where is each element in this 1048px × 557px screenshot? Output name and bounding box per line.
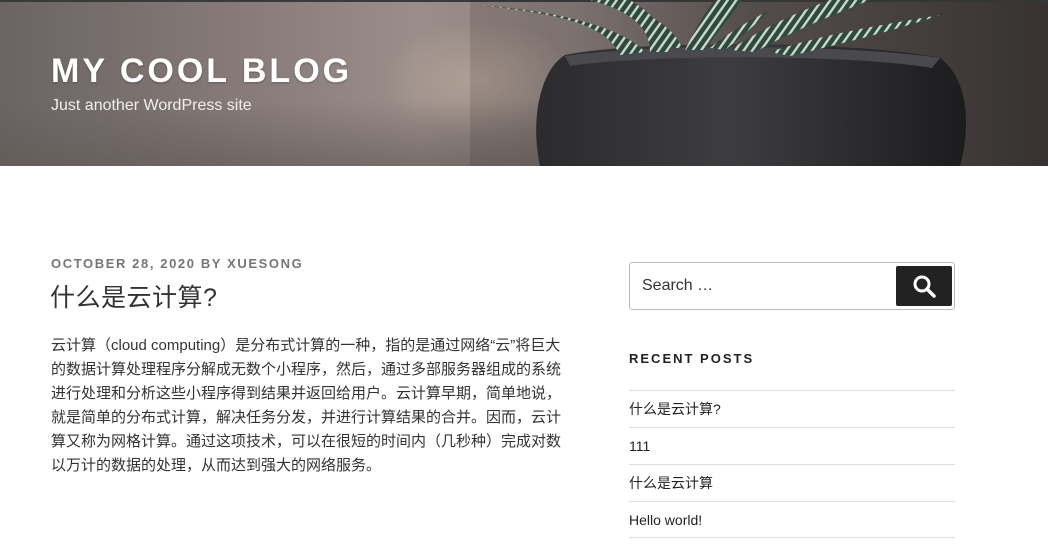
list-item: Hello world!: [629, 501, 955, 538]
post-meta: OCTOBER 28, 2020 BY XUESONG: [51, 256, 303, 271]
recent-posts-list: 什么是云计算? 111 什么是云计算 Hello world!: [629, 390, 955, 538]
site-description: Just another WordPress site: [51, 97, 252, 114]
plant-pot-image: [470, 0, 1048, 166]
recent-post-link[interactable]: 什么是云计算: [629, 473, 713, 493]
recent-post-link[interactable]: 什么是云计算?: [629, 399, 721, 419]
post-body: 云计算（cloud computing）是分布式计算的一种，指的是通过网络“云”…: [51, 337, 562, 474]
recent-post-link[interactable]: 111: [629, 438, 650, 454]
header-banner: MY COOL BLOG Just another WordPress site: [0, 0, 1048, 166]
search-icon: [913, 275, 936, 298]
post-by-label: BY: [200, 256, 222, 271]
recent-post-link[interactable]: Hello world!: [629, 512, 702, 528]
search-button[interactable]: [896, 266, 952, 306]
post-date-link[interactable]: OCTOBER 28, 2020: [51, 256, 196, 271]
list-item: 什么是云计算: [629, 464, 955, 501]
recent-posts-title: RECENT POSTS: [629, 351, 755, 366]
list-item: 什么是云计算?: [629, 390, 955, 427]
search-form: [629, 262, 955, 310]
site-title[interactable]: MY COOL BLOG: [51, 52, 352, 91]
post-author-link[interactable]: XUESONG: [227, 256, 303, 271]
list-item: 111: [629, 427, 955, 464]
post-title[interactable]: 什么是云计算?: [50, 278, 217, 314]
search-input[interactable]: [631, 264, 893, 308]
